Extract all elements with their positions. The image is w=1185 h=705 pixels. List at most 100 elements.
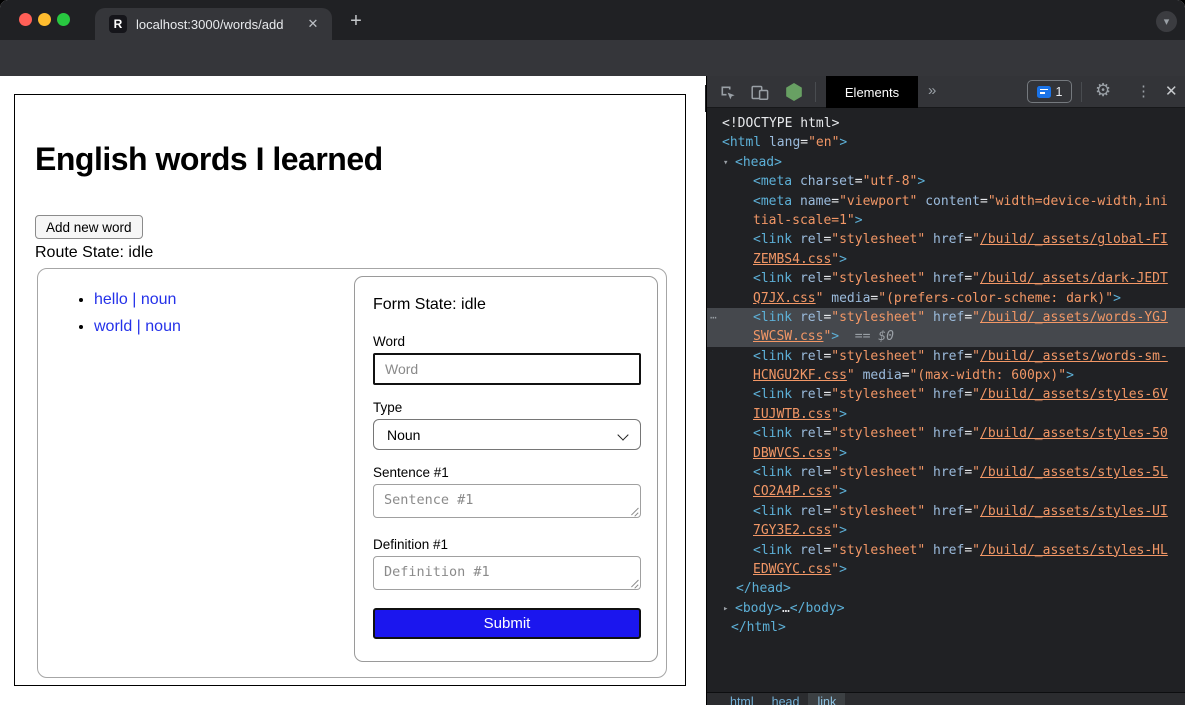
titlebar-badge-icon[interactable]: ▾	[1156, 11, 1177, 32]
sentence-textarea[interactable]	[373, 484, 641, 518]
syntax-v: "stylesheet"	[831, 387, 925, 402]
node-extension-icon[interactable]	[785, 83, 803, 101]
dom-node-line[interactable]: Q7JX.css" media="(prefers-color-scheme: …	[707, 289, 1185, 308]
syntax-v: "	[831, 407, 839, 422]
settings-gear-icon[interactable]: ⚙	[1095, 80, 1111, 101]
add-word-form: Form State: idle Word Type Noun Sentence…	[354, 276, 658, 662]
breadcrumb-link[interactable]: link	[808, 693, 845, 705]
remix-favicon-icon: R	[109, 15, 127, 33]
syntax-p: =	[964, 232, 972, 247]
dom-node-line[interactable]: <meta charset="utf-8">	[707, 172, 1185, 191]
syntax-v: "stylesheet"	[831, 543, 925, 558]
syntax-v: "	[847, 368, 855, 383]
dom-node-line[interactable]: <!DOCTYPE html>	[707, 114, 1185, 133]
syntax-t: >	[839, 407, 847, 422]
definition-textarea[interactable]	[373, 556, 641, 590]
syntax-a: href	[925, 543, 964, 558]
tab-elements[interactable]: Elements	[826, 76, 918, 108]
syntax-t: <body>	[735, 601, 782, 616]
dom-node-line[interactable]: <link rel="stylesheet" href="/build/_ass…	[707, 385, 1185, 404]
dom-node-line[interactable]: <link rel="stylesheet" href="/build/_ass…	[707, 347, 1185, 366]
word-input[interactable]	[373, 353, 641, 385]
window-close-button[interactable]	[19, 13, 32, 26]
collapse-arrow-icon[interactable]: ▸	[723, 600, 735, 618]
syntax-l: IUJWTB.css	[753, 407, 831, 422]
expand-arrow-icon[interactable]: ▾	[723, 154, 735, 172]
syntax-a: rel	[792, 543, 823, 558]
dom-node-line[interactable]: ▾<head>	[707, 153, 1185, 172]
dom-node-line[interactable]: SWCSW.css"> == $0	[707, 327, 1185, 346]
syntax-a: href	[925, 387, 964, 402]
syntax-t: </html>	[731, 620, 786, 635]
issues-count: 1	[1056, 85, 1063, 99]
new-tab-button[interactable]: +	[344, 9, 368, 33]
node-options-icon[interactable]: ⋯	[710, 308, 716, 327]
chevron-down-icon	[617, 429, 628, 440]
dom-node-line[interactable]: <link rel="stylesheet" href="/build/_ass…	[707, 502, 1185, 521]
devtools-toolbar: Elements » 1 ⚙ ⋮ ✕	[707, 76, 1185, 108]
syntax-t: <meta	[753, 194, 792, 209]
dom-node-line[interactable]: ⋯<link rel="stylesheet" href="/build/_as…	[707, 308, 1185, 327]
syntax-v: "stylesheet"	[831, 349, 925, 364]
word-link-world[interactable]: world | noun	[94, 318, 181, 335]
dom-node-line[interactable]: <link rel="stylesheet" href="/build/_ass…	[707, 541, 1185, 560]
submit-button[interactable]: Submit	[373, 608, 641, 639]
type-select[interactable]: Noun	[373, 419, 641, 450]
syntax-t: >	[1113, 291, 1121, 306]
syntax-t: >	[839, 562, 847, 577]
word-link-hello[interactable]: hello | noun	[94, 291, 176, 308]
syntax-p: =	[964, 426, 972, 441]
dom-node-line[interactable]: <link rel="stylesheet" href="/build/_ass…	[707, 230, 1185, 249]
browser-tab[interactable]: R localhost:3000/words/add ✕	[95, 8, 332, 40]
dom-node-line[interactable]: HCNGU2KF.css" media="(max-width: 600px)"…	[707, 366, 1185, 385]
devtools-menu-icon[interactable]: ⋮	[1136, 82, 1151, 100]
dom-breadcrumbs: htmlheadlink	[707, 692, 1185, 705]
syntax-t: </head>	[736, 581, 791, 596]
more-tabs-icon[interactable]: »	[928, 82, 936, 99]
dom-node-line[interactable]: <meta name="viewport" content="width=dev…	[707, 192, 1185, 211]
add-new-word-button[interactable]: Add new word	[35, 215, 143, 239]
syntax-l: /build/_assets/styles-UI	[980, 504, 1168, 519]
dom-node-line[interactable]: IUJWTB.css">	[707, 405, 1185, 424]
syntax-a: href	[925, 504, 964, 519]
syntax-v: "	[831, 562, 839, 577]
syntax-v: "utf-8"	[863, 174, 918, 189]
dom-node-line[interactable]: CO2A4P.css">	[707, 482, 1185, 501]
dom-node-line[interactable]: <link rel="stylesheet" href="/build/_ass…	[707, 269, 1185, 288]
dom-node-line[interactable]: ZEMBS4.css">	[707, 250, 1185, 269]
syntax-p: =	[980, 194, 988, 209]
dom-node-line[interactable]: tial-scale=1">	[707, 211, 1185, 230]
syntax-p: =	[964, 349, 972, 364]
devtools-close-icon[interactable]: ✕	[1165, 82, 1178, 100]
dom-node-line[interactable]: ▸<body>…</body>	[707, 599, 1185, 618]
dom-node-line[interactable]: EDWGYC.css">	[707, 560, 1185, 579]
syntax-t: >	[839, 135, 847, 150]
window-fullscreen-button[interactable]	[57, 13, 70, 26]
dom-node-line[interactable]: <html lang="en">	[707, 133, 1185, 152]
breadcrumb-html[interactable]: html	[721, 693, 763, 705]
inspect-element-icon[interactable]	[718, 83, 736, 101]
web-page: English words I learned Add new word Rou…	[0, 76, 705, 705]
breadcrumb-head[interactable]: head	[763, 693, 809, 705]
syntax-v: "	[831, 523, 839, 538]
word-list: hello | noun world | noun	[94, 291, 181, 345]
dom-node-line[interactable]: <link rel="stylesheet" href="/build/_ass…	[707, 463, 1185, 482]
syntax-t: >	[839, 446, 847, 461]
syntax-v: "stylesheet"	[831, 310, 925, 325]
dom-node-line[interactable]: </html>	[707, 618, 1185, 637]
syntax-a: href	[925, 426, 964, 441]
window-minimize-button[interactable]	[38, 13, 51, 26]
syntax-l: HCNGU2KF.css	[753, 368, 847, 383]
syntax-t: >	[839, 252, 847, 267]
tab-close-icon[interactable]: ✕	[304, 15, 322, 33]
list-item: world | noun	[94, 318, 181, 336]
dom-node-line[interactable]: </head>	[707, 579, 1185, 598]
dom-node-line[interactable]: 7GY3E2.css">	[707, 521, 1185, 540]
syntax-a: name	[792, 194, 831, 209]
dom-node-line[interactable]: <link rel="stylesheet" href="/build/_ass…	[707, 424, 1185, 443]
dom-node-line[interactable]: DBWVCS.css">	[707, 444, 1185, 463]
titlebar: R localhost:3000/words/add ✕ + ▾	[0, 0, 1185, 40]
device-toolbar-icon[interactable]	[751, 83, 769, 101]
definition-label: Definition #1	[373, 537, 448, 552]
issues-counter[interactable]: 1	[1027, 80, 1072, 103]
